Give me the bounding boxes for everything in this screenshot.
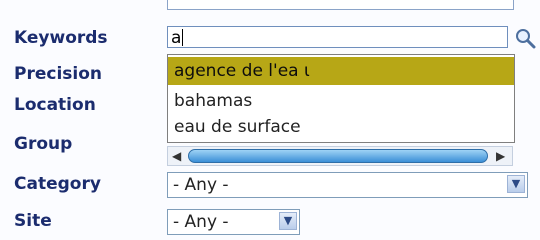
previous-field-box[interactable] (167, 0, 514, 10)
site-select-value: - Any - (173, 212, 229, 232)
group-label: Group (14, 134, 73, 154)
text-caret (182, 29, 184, 46)
keywords-label: Keywords (14, 28, 108, 48)
site-select[interactable]: - Any - ▼ (167, 209, 300, 235)
keyword-suggestions-dropdown: agence de l'ea ι bahamas eau de surface (167, 54, 515, 143)
scrollbar-thumb[interactable] (188, 149, 488, 163)
chevron-down-icon[interactable]: ▼ (507, 175, 525, 193)
location-label: Location (14, 95, 96, 115)
keywords-input[interactable]: a (167, 26, 508, 48)
keywords-input-value: a (171, 28, 182, 48)
site-label: Site (14, 211, 52, 231)
suggestion-item[interactable]: agence de l'ea ι (168, 57, 514, 85)
horizontal-scrollbar[interactable]: ◀ ▶ (167, 146, 513, 166)
suggestion-item[interactable]: eau de surface (168, 113, 514, 141)
category-select-value: - Any - (173, 175, 229, 195)
category-label: Category (14, 174, 101, 194)
search-icon[interactable] (514, 27, 536, 49)
precision-label: Precision (14, 64, 103, 84)
category-select[interactable]: - Any - ▼ (167, 172, 528, 198)
arrow-left-icon[interactable]: ◀ (172, 150, 184, 162)
suggestion-item[interactable]: bahamas (168, 87, 514, 115)
arrow-right-icon[interactable]: ▶ (496, 150, 508, 162)
chevron-down-icon[interactable]: ▼ (279, 212, 297, 230)
